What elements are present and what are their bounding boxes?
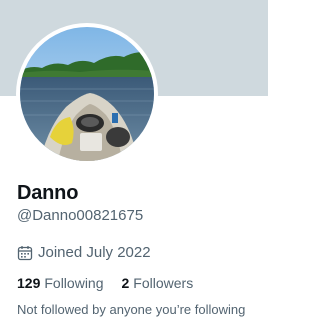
joined-date-row: Joined July 2022 <box>17 243 151 263</box>
followers-label: Followers <box>133 275 194 291</box>
followers-count: 2 <box>121 275 130 291</box>
display-name: Danno <box>17 182 79 204</box>
joined-date-text: Joined July 2022 <box>38 244 151 261</box>
follow-stats: 129 Following 2 Followers <box>17 273 211 293</box>
following-link[interactable]: 129 Following <box>17 273 104 293</box>
avatar-photo <box>20 27 154 161</box>
user-handle: @Danno00821675 <box>17 207 144 224</box>
followers-you-know-note: Not followed by anyone you’re following <box>17 302 246 317</box>
following-label: Following <box>44 275 104 291</box>
avatar-border <box>16 23 158 165</box>
following-count: 129 <box>17 275 41 291</box>
followers-link[interactable]: 2 Followers <box>122 273 194 293</box>
avatar[interactable] <box>20 27 154 161</box>
calendar-icon <box>17 245 33 261</box>
